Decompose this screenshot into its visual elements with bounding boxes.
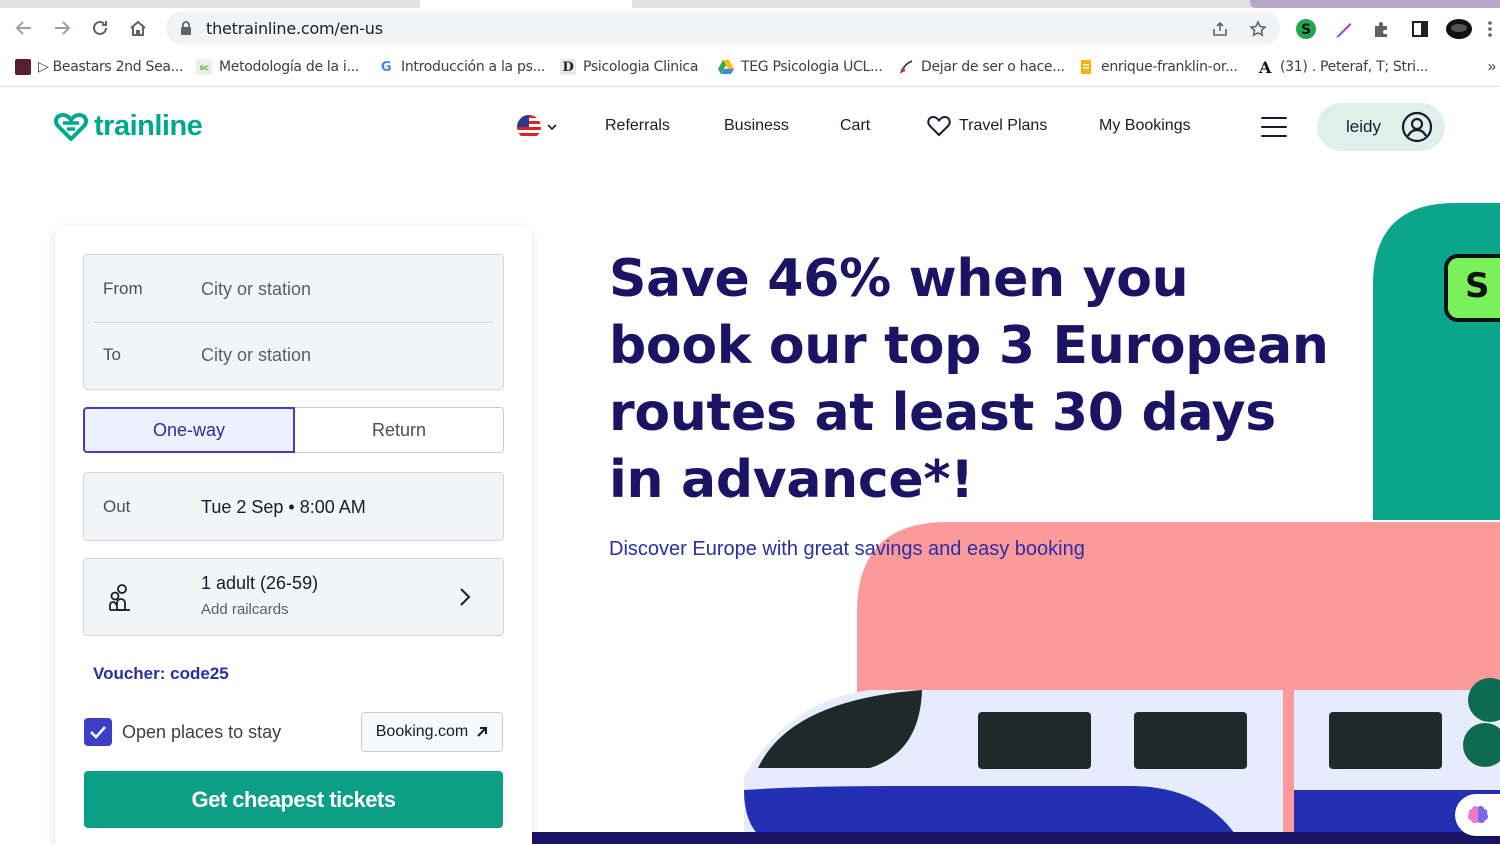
from-label: From <box>103 279 143 298</box>
logo-text: trainline <box>94 110 203 142</box>
passenger-count: 1 adult (26-59) <box>201 573 319 593</box>
trainline-logo[interactable]: trainline <box>54 110 203 143</box>
hero-title: Save 46% when you book our top 3 Europea… <box>609 249 1329 510</box>
pen-icon <box>898 59 914 75</box>
forward-icon[interactable] <box>50 16 74 40</box>
extension-s-icon[interactable]: S <box>1295 18 1317 40</box>
bookmark-item[interactable]: D Psicologia Clinica <box>560 57 698 77</box>
open-places-label[interactable]: Open places to stay <box>122 722 281 743</box>
s-badge-text: S <box>1465 266 1490 306</box>
user-name: leidy <box>1346 117 1381 136</box>
nav-my-bookings[interactable]: My Bookings <box>1099 117 1191 135</box>
bookmark-item[interactable]: enrique-franklin-or... <box>1078 57 1238 77</box>
share-icon[interactable] <box>1210 19 1230 39</box>
bookmark-item[interactable]: G Introducción a la ps... <box>378 57 546 77</box>
bookmark-item[interactable]: sc Metodología de la i... <box>196 57 359 77</box>
bookmarks-bar: ▷ Beastars 2nd Sea... sc Metodología de … <box>0 48 1500 87</box>
passengers-icon <box>109 584 130 611</box>
to-field[interactable]: To City or station <box>84 323 503 389</box>
assistant-brain-icon[interactable] <box>1455 794 1500 836</box>
nav-referrals[interactable]: Referrals <box>605 117 670 135</box>
bookmark-label: Psicologia Clinica <box>583 59 699 75</box>
out-label: Out <box>103 497 131 516</box>
return-option[interactable]: Return <box>295 407 504 453</box>
hero-subtitle: Discover Europe with great savings and e… <box>609 538 1085 560</box>
nav-business[interactable]: Business <box>724 117 789 135</box>
bookmark-label: Introducción a la ps... <box>401 59 546 75</box>
profile-tab[interactable] <box>1250 0 1500 8</box>
google-icon: G <box>380 59 392 75</box>
heart-icon <box>927 115 951 137</box>
site-header: trainline Referrals Business Cart Travel… <box>0 88 1500 166</box>
chevron-down-icon <box>547 124 557 131</box>
from-field[interactable]: From City or station <box>84 255 503 321</box>
bookmark-label: TEG Psicologia UCL... <box>741 59 883 75</box>
hamburger-menu-icon[interactable] <box>1261 117 1287 137</box>
bookmark-label: (31) . Peteraf, T; Stri... <box>1280 59 1429 75</box>
bookmark-label: Dejar de ser o hace... <box>921 59 1065 75</box>
extension-pen-icon[interactable] <box>1333 18 1355 40</box>
user-account-button[interactable]: leidy <box>1317 103 1445 151</box>
heart-logo-icon <box>54 112 88 141</box>
from-input[interactable]: City or station <box>201 279 311 300</box>
bookmark-star-icon[interactable] <box>1248 19 1268 39</box>
browser-menu-icon[interactable] <box>1484 18 1496 40</box>
out-value: Tue 2 Sep • 8:00 AM <box>201 497 366 517</box>
nav-travel-plans[interactable]: Travel Plans <box>927 115 1047 137</box>
chevron-right-icon <box>460 588 471 606</box>
lock-icon <box>181 21 191 35</box>
bookmark-label: ▷ Beastars 2nd Sea... <box>38 59 184 75</box>
add-railcards-label: Add railcards <box>201 601 289 618</box>
bookmark-item[interactable]: TEG Psicologia UCL... <box>718 57 883 77</box>
to-label: To <box>103 345 121 364</box>
nav-travel-plans-label: Travel Plans <box>959 117 1048 134</box>
bookmark-item[interactable]: ▷ Beastars 2nd Sea... <box>15 57 183 77</box>
language-selector[interactable] <box>517 115 557 139</box>
active-tab[interactable] <box>420 0 632 8</box>
one-way-option[interactable]: One-way <box>83 407 295 453</box>
bookmark-item[interactable]: Dejar de ser o hace... <box>898 57 1065 77</box>
profile-avatar[interactable] <box>1445 18 1473 40</box>
voucher-code[interactable]: Voucher: code25 <box>93 664 229 684</box>
address-bar[interactable]: thetrainline.com/en-us <box>166 11 1280 45</box>
bookmarks-overflow[interactable]: » <box>1488 58 1496 75</box>
back-icon[interactable] <box>12 16 36 40</box>
bookmark-label: enrique-franklin-or... <box>1101 59 1238 75</box>
bookmark-label: Metodología de la i... <box>219 59 359 75</box>
user-avatar-icon <box>1401 111 1433 143</box>
open-places-checkbox[interactable] <box>84 718 112 746</box>
search-card: From City or station To City or station … <box>55 226 532 844</box>
home-icon[interactable] <box>126 16 150 40</box>
outbound-date-field[interactable]: Out Tue 2 Sep • 8:00 AM <box>83 472 504 541</box>
browser-toolbar: thetrainline.com/en-us S <box>0 8 1500 48</box>
d-icon: D <box>560 59 576 75</box>
us-flag-icon <box>517 115 541 139</box>
scielo-icon: sc <box>196 59 212 75</box>
reload-icon[interactable] <box>88 16 112 40</box>
beastars-icon <box>15 59 31 75</box>
passengers-field[interactable]: 1 adult (26-59) Add railcards <box>83 558 504 636</box>
bookmark-item[interactable]: A (31) . Peteraf, T; Stri... <box>1257 57 1429 77</box>
trip-type-toggle: One-way Return <box>83 407 504 453</box>
nav-cart[interactable]: Cart <box>840 117 870 135</box>
get-cheapest-tickets-button[interactable]: Get cheapest tickets <box>84 771 503 828</box>
svg-text:S: S <box>1301 22 1311 38</box>
docs-icon <box>1078 59 1094 75</box>
to-input[interactable]: City or station <box>201 345 311 366</box>
side-panel-icon[interactable] <box>1409 18 1431 40</box>
booking-com-button[interactable]: Booking.com <box>361 712 503 752</box>
browser-tab-strip <box>0 0 1500 8</box>
url-text: thetrainline.com/en-us <box>206 19 383 38</box>
extensions-puzzle-icon[interactable] <box>1371 18 1393 40</box>
checkmark-icon <box>90 726 106 739</box>
external-arrow-icon <box>477 727 488 737</box>
google-drive-icon <box>718 59 734 75</box>
a-icon: A <box>1258 57 1272 77</box>
booking-com-label: Booking.com <box>375 723 469 740</box>
origin-destination-box: From City or station To City or station <box>83 254 504 390</box>
